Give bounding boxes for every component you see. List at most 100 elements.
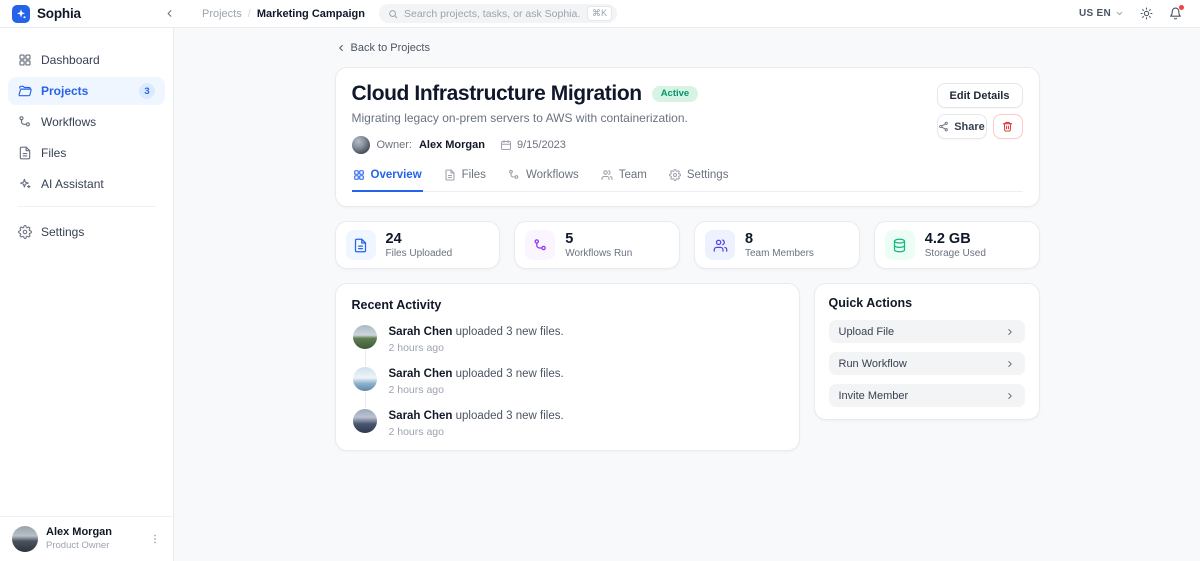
status-badge: Active bbox=[652, 86, 699, 102]
sidebar-divider bbox=[18, 206, 155, 207]
stats-row: 24 Files Uploaded 5 Workflows Run bbox=[335, 221, 1040, 269]
owner-avatar bbox=[352, 136, 370, 154]
user-menu-dots-icon[interactable] bbox=[149, 533, 161, 545]
projects-count-badge: 3 bbox=[139, 83, 155, 99]
stat-label: Workflows Run bbox=[565, 248, 632, 260]
sidebar-item-workflows[interactable]: Workflows bbox=[8, 108, 165, 136]
file-icon bbox=[346, 230, 376, 260]
stat-value: 5 bbox=[565, 231, 632, 247]
search-icon bbox=[388, 9, 398, 19]
sidebar: Dashboard Projects 3 Workflows Files bbox=[0, 28, 174, 561]
edit-details-button[interactable]: Edit Details bbox=[937, 83, 1023, 108]
activity-item: Sarah Chen uploaded 3 new files. 2 hours… bbox=[352, 366, 783, 396]
activity-time: 2 hours ago bbox=[389, 426, 564, 438]
activity-actor: Sarah Chen bbox=[389, 326, 453, 338]
sidebar-item-dashboard[interactable]: Dashboard bbox=[8, 46, 165, 74]
brand-name: Sophia bbox=[37, 6, 81, 21]
sidebar-item-label: Projects bbox=[41, 84, 88, 98]
search-bar[interactable]: ⌘K bbox=[379, 4, 617, 23]
file-icon bbox=[444, 169, 456, 181]
stat-value: 8 bbox=[745, 231, 814, 247]
breadcrumb-projects[interactable]: Projects bbox=[202, 8, 242, 20]
activity-item: Sarah Chen uploaded 3 new files. 2 hours… bbox=[352, 408, 783, 438]
sidebar-item-projects[interactable]: Projects 3 bbox=[8, 77, 165, 105]
notifications-bell-icon[interactable] bbox=[1169, 7, 1182, 20]
sidebar-item-label: AI Assistant bbox=[41, 177, 104, 191]
sidebar-item-label: Workflows bbox=[41, 115, 96, 129]
user-avatar bbox=[12, 526, 38, 552]
breadcrumb: Projects / Marketing Campaign bbox=[202, 8, 365, 20]
chevron-left-icon bbox=[336, 43, 346, 53]
project-tabs: Overview Files Workflows bbox=[352, 167, 1023, 192]
activity-avatar bbox=[352, 324, 378, 350]
upload-file-button[interactable]: Upload File bbox=[829, 320, 1025, 343]
sidebar-item-ai-assistant[interactable]: AI Assistant bbox=[8, 170, 165, 198]
chevron-right-icon bbox=[1005, 327, 1015, 337]
sidebar-item-label: Files bbox=[41, 146, 66, 160]
sidebar-item-label: Dashboard bbox=[41, 53, 100, 67]
activity-avatar bbox=[352, 366, 378, 392]
trash-icon bbox=[1002, 121, 1013, 132]
sparkles-icon bbox=[18, 177, 32, 191]
project-description: Migrating legacy on-prem servers to AWS … bbox=[352, 111, 699, 125]
activity-actor: Sarah Chen bbox=[389, 410, 453, 422]
tab-team[interactable]: Team bbox=[600, 167, 648, 192]
folder-icon bbox=[18, 84, 32, 98]
project-title: Cloud Infrastructure Migration bbox=[352, 83, 642, 105]
activity-avatar bbox=[352, 408, 378, 434]
locale-selector[interactable]: US EN bbox=[1079, 8, 1124, 19]
search-input[interactable] bbox=[404, 8, 581, 20]
database-icon bbox=[885, 230, 915, 260]
workflow-icon bbox=[508, 169, 520, 181]
activity-time: 2 hours ago bbox=[389, 342, 564, 354]
sidebar-item-files[interactable]: Files bbox=[8, 139, 165, 167]
gear-icon bbox=[669, 169, 681, 181]
tab-workflows[interactable]: Workflows bbox=[507, 167, 580, 192]
invite-member-button[interactable]: Invite Member bbox=[829, 384, 1025, 407]
dashboard-grid-icon bbox=[18, 53, 32, 67]
delete-project-button[interactable] bbox=[993, 114, 1023, 139]
overview-grid-icon bbox=[353, 169, 365, 181]
chevron-down-icon bbox=[1115, 9, 1124, 18]
project-date: 9/15/2023 bbox=[517, 139, 566, 151]
sidebar-collapse-button[interactable] bbox=[158, 3, 180, 25]
brand: Sophia bbox=[0, 5, 158, 23]
share-icon bbox=[938, 121, 949, 132]
quick-actions-card: Quick Actions Upload File Run Workflow bbox=[814, 283, 1040, 420]
activity-action: uploaded 3 new files. bbox=[456, 368, 564, 380]
tab-overview[interactable]: Overview bbox=[352, 167, 423, 192]
back-to-projects-link[interactable]: Back to Projects bbox=[336, 42, 430, 54]
workflow-icon bbox=[18, 115, 32, 129]
breadcrumb-separator: / bbox=[248, 8, 251, 20]
chevron-right-icon bbox=[1005, 359, 1015, 369]
sidebar-item-settings[interactable]: Settings bbox=[8, 218, 165, 246]
tab-settings[interactable]: Settings bbox=[668, 167, 730, 192]
owner-label: Owner: bbox=[377, 139, 412, 151]
stat-storage-used: 4.2 GB Storage Used bbox=[874, 221, 1040, 269]
stat-label: Files Uploaded bbox=[386, 248, 453, 260]
stat-files-uploaded: 24 Files Uploaded bbox=[335, 221, 501, 269]
stat-value: 4.2 GB bbox=[925, 231, 986, 247]
theme-toggle-sun-icon[interactable] bbox=[1140, 7, 1153, 20]
breadcrumb-current: Marketing Campaign bbox=[257, 8, 365, 20]
user-name: Alex Morgan bbox=[46, 526, 112, 540]
stat-value: 24 bbox=[386, 231, 453, 247]
share-button[interactable]: Share bbox=[937, 114, 987, 139]
run-workflow-button[interactable]: Run Workflow bbox=[829, 352, 1025, 375]
workflow-icon bbox=[525, 230, 555, 260]
recent-activity-card: Recent Activity Sarah Chen uploaded 3 ne… bbox=[335, 283, 800, 451]
sidebar-user-card[interactable]: Alex Morgan Product Owner bbox=[0, 516, 173, 561]
file-icon bbox=[18, 146, 32, 160]
stat-label: Storage Used bbox=[925, 248, 986, 260]
activity-item: Sarah Chen uploaded 3 new files. 2 hours… bbox=[352, 324, 783, 354]
notification-dot bbox=[1179, 5, 1184, 10]
activity-time: 2 hours ago bbox=[389, 384, 564, 396]
users-icon bbox=[601, 169, 613, 181]
chevron-right-icon bbox=[1005, 391, 1015, 401]
stat-workflows-run: 5 Workflows Run bbox=[514, 221, 680, 269]
tab-files[interactable]: Files bbox=[443, 167, 487, 192]
main-area: Back to Projects Cloud Infrastructure Mi… bbox=[174, 28, 1200, 561]
search-shortcut-badge: ⌘K bbox=[587, 6, 612, 21]
user-role: Product Owner bbox=[46, 540, 112, 552]
project-header-card: Cloud Infrastructure Migration Active Mi… bbox=[335, 67, 1040, 207]
